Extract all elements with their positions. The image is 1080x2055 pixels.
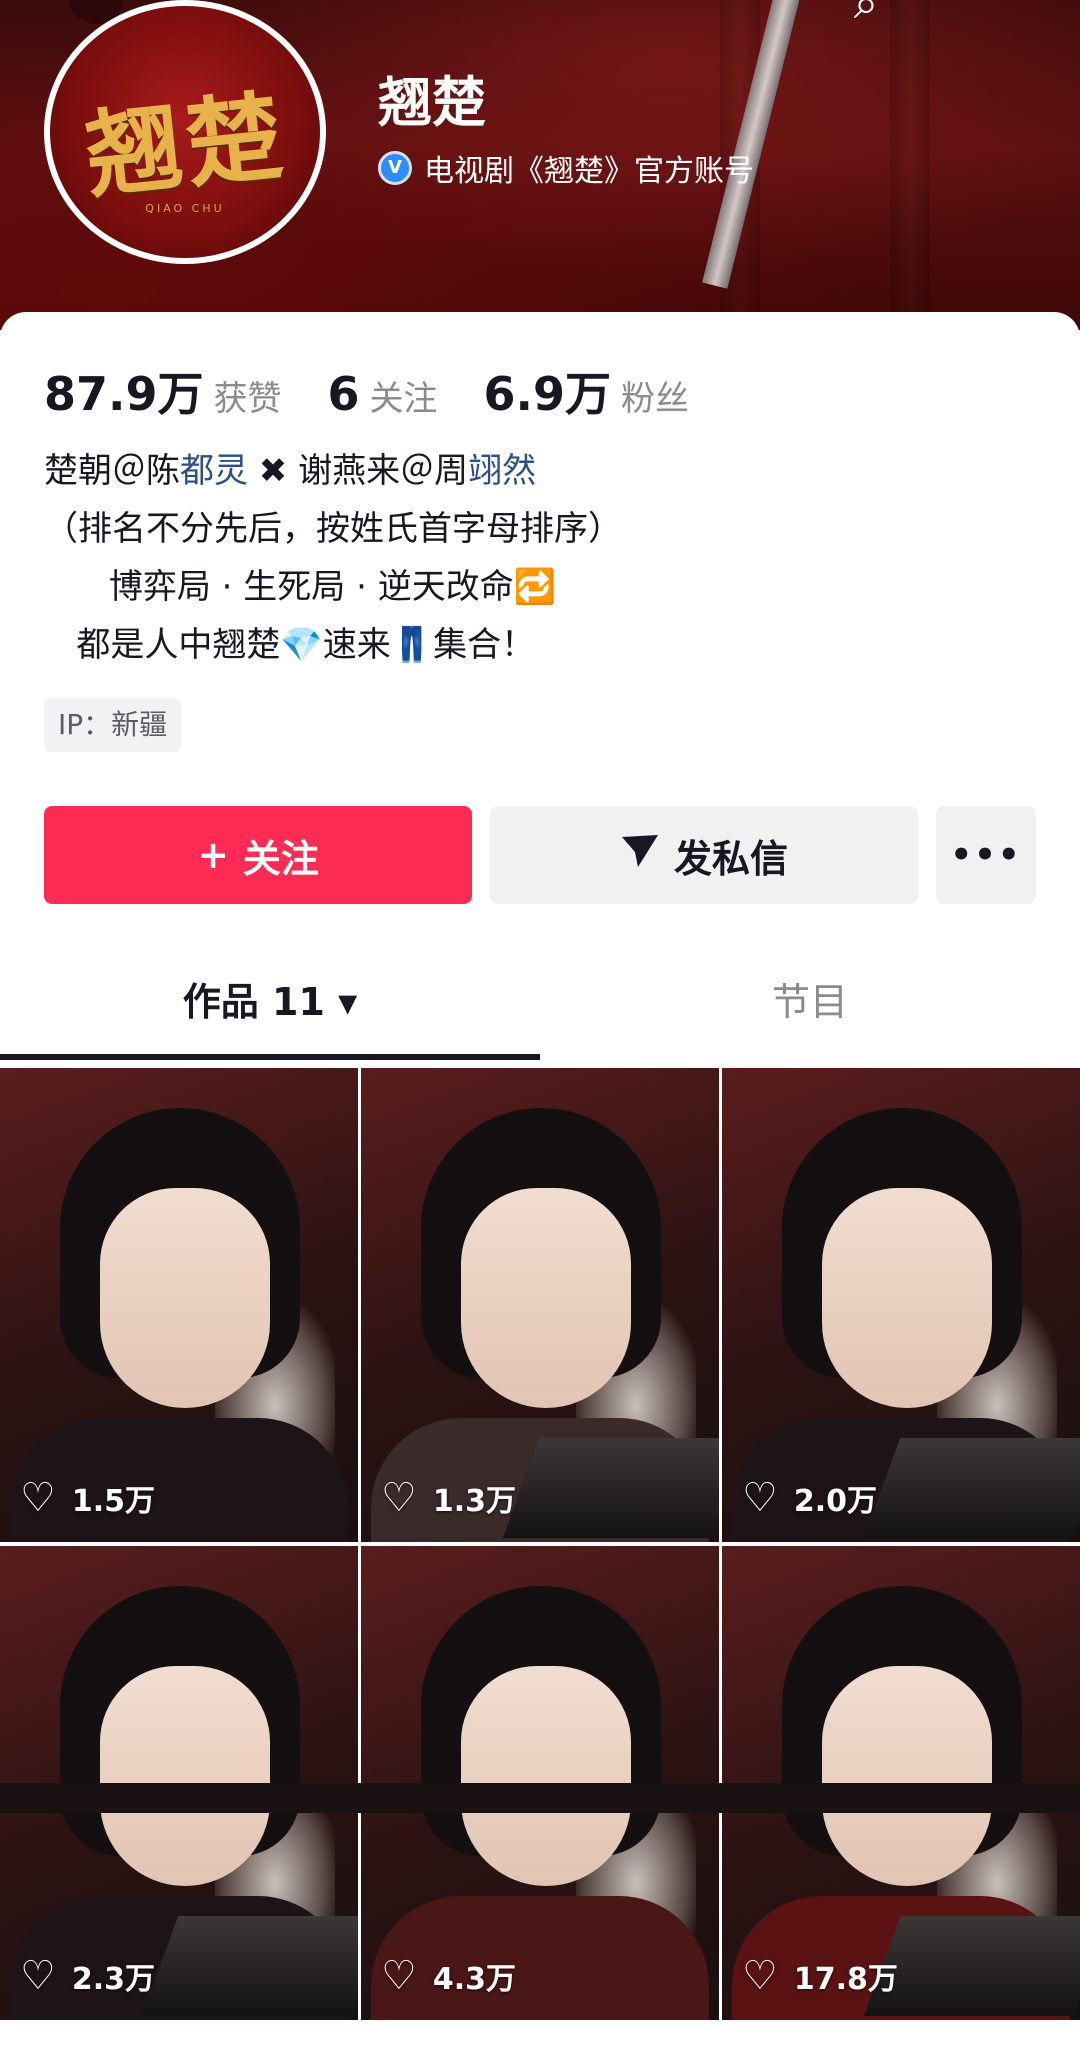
heart-icon: ♡ — [20, 1953, 56, 1999]
content-tabs: 作品 11 ▾ 节目 — [0, 952, 1080, 1060]
like-count: 2.3万 — [71, 1962, 156, 1997]
tab-shows[interactable]: 节目 — [540, 952, 1080, 1052]
like-count: 1.3万 — [432, 1484, 517, 1519]
video-thumbnail[interactable]: ♡ 1.3万 — [361, 1068, 719, 1542]
plus-icon: + — [197, 833, 229, 877]
stat-followers-label: 粉丝 — [621, 379, 690, 419]
video-like-count: ♡ 2.3万 — [20, 1954, 155, 1998]
banner-drape — [890, 0, 930, 330]
thumbnail-table — [141, 1916, 358, 2016]
like-count: 4.3万 — [432, 1962, 517, 1997]
heart-icon: ♡ — [20, 1475, 56, 1521]
tab-works[interactable]: 作品 11 ▾ — [0, 952, 540, 1052]
bio-text: ✖ 谢燕来＠周 — [248, 451, 469, 491]
video-like-count: ♡ 1.3万 — [381, 1476, 516, 1520]
thumbnail-figure — [461, 1666, 631, 1886]
message-button[interactable]: 发私信 — [490, 806, 918, 904]
more-options-button[interactable]: ••• — [936, 806, 1036, 904]
avatar-logo-text: 翘楚 — [80, 78, 292, 213]
stat-followers-value: 6.9万 — [483, 367, 612, 421]
like-count: 2.0万 — [793, 1484, 878, 1519]
video-like-count: ♡ 2.0万 — [742, 1476, 877, 1520]
chevron-down-icon: ▾ — [338, 980, 358, 1024]
video-like-count: ♡ 17.8万 — [742, 1954, 898, 1998]
stat-followers[interactable]: 6.9万 粉丝 — [484, 358, 690, 424]
thumbnail-figure — [100, 1666, 270, 1886]
thumbnail-figure — [822, 1666, 992, 1886]
verification-row: V 电视剧《翘楚》官方账号 — [378, 146, 754, 190]
message-button-label: 发私信 — [673, 836, 788, 881]
bio-line: （排名不分先后，按姓氏首字母排序） — [44, 509, 622, 549]
video-thumbnail[interactable]: ♡ 2.0万 — [722, 1068, 1080, 1542]
like-count: 17.8万 — [793, 1962, 898, 1997]
thumbnail-table — [502, 1438, 719, 1538]
follow-button-label: 关注 — [242, 836, 319, 881]
active-tab-indicator — [0, 1054, 540, 1060]
bio-line: 博弈局 · 生死局 · 逆天改命🔁 — [44, 567, 557, 607]
stat-following[interactable]: 6 关注 — [328, 367, 438, 421]
thumbnail-figure — [100, 1188, 270, 1408]
verified-badge-icon: V — [378, 151, 412, 185]
heart-icon: ♡ — [381, 1475, 417, 1521]
heart-icon: ♡ — [381, 1953, 417, 1999]
stat-following-value: 6 — [327, 367, 360, 421]
stat-likes-label: 获赞 — [213, 379, 282, 419]
video-like-count: ♡ 1.5万 — [20, 1476, 155, 1520]
thumbnail-table — [863, 1438, 1080, 1538]
avatar-logo-subtext: QIAO CHU — [145, 202, 225, 215]
search-icon[interactable]: ⌕ — [840, 0, 892, 30]
follow-button[interactable]: + 关注 — [44, 806, 472, 904]
video-like-count: ♡ 4.3万 — [381, 1954, 516, 1998]
mention-link[interactable]: 都灵 — [180, 451, 248, 491]
verified-text: 电视剧《翘楚》官方账号 — [424, 154, 754, 189]
stat-likes-value: 87.9万 — [44, 367, 204, 421]
account-name: 翘楚 — [378, 71, 486, 134]
like-count: 1.5万 — [71, 1484, 156, 1519]
bio-line: 都是人中翘楚💎速来👖集合！ — [44, 625, 536, 665]
mention-link[interactable]: 翊然 — [468, 451, 536, 491]
heart-icon: ♡ — [742, 1475, 778, 1521]
stats-row: 87.9万 获赞 6 关注 6.9万 粉丝 — [44, 358, 735, 424]
video-thumbnail[interactable]: ♡ 1.5万 — [0, 1068, 358, 1542]
profile-bio: 楚朝＠陈都灵 ✖ 谢燕来＠周翊然 （排名不分先后，按姓氏首字母排序） 博弈局 ·… — [44, 442, 622, 674]
send-icon — [620, 833, 660, 878]
next-row-thumbnails[interactable] — [0, 1783, 1080, 1813]
tab-works-label: 作品 11 — [182, 980, 325, 1024]
heart-icon: ♡ — [742, 1953, 778, 1999]
ip-location-tag: IP：新疆 — [44, 698, 182, 752]
thumbnail-figure — [461, 1188, 631, 1408]
thumbnail-figure — [822, 1188, 992, 1408]
bio-text: 楚朝＠陈 — [44, 451, 180, 491]
stat-following-label: 关注 — [369, 379, 438, 419]
profile-banner: ⌕ 翘楚 QIAO CHU 翘楚 V 电视剧《翘楚》官方账号 — [0, 0, 1080, 330]
avatar[interactable]: 翘楚 QIAO CHU — [44, 0, 326, 264]
stat-likes[interactable]: 87.9万 获赞 — [44, 358, 282, 424]
